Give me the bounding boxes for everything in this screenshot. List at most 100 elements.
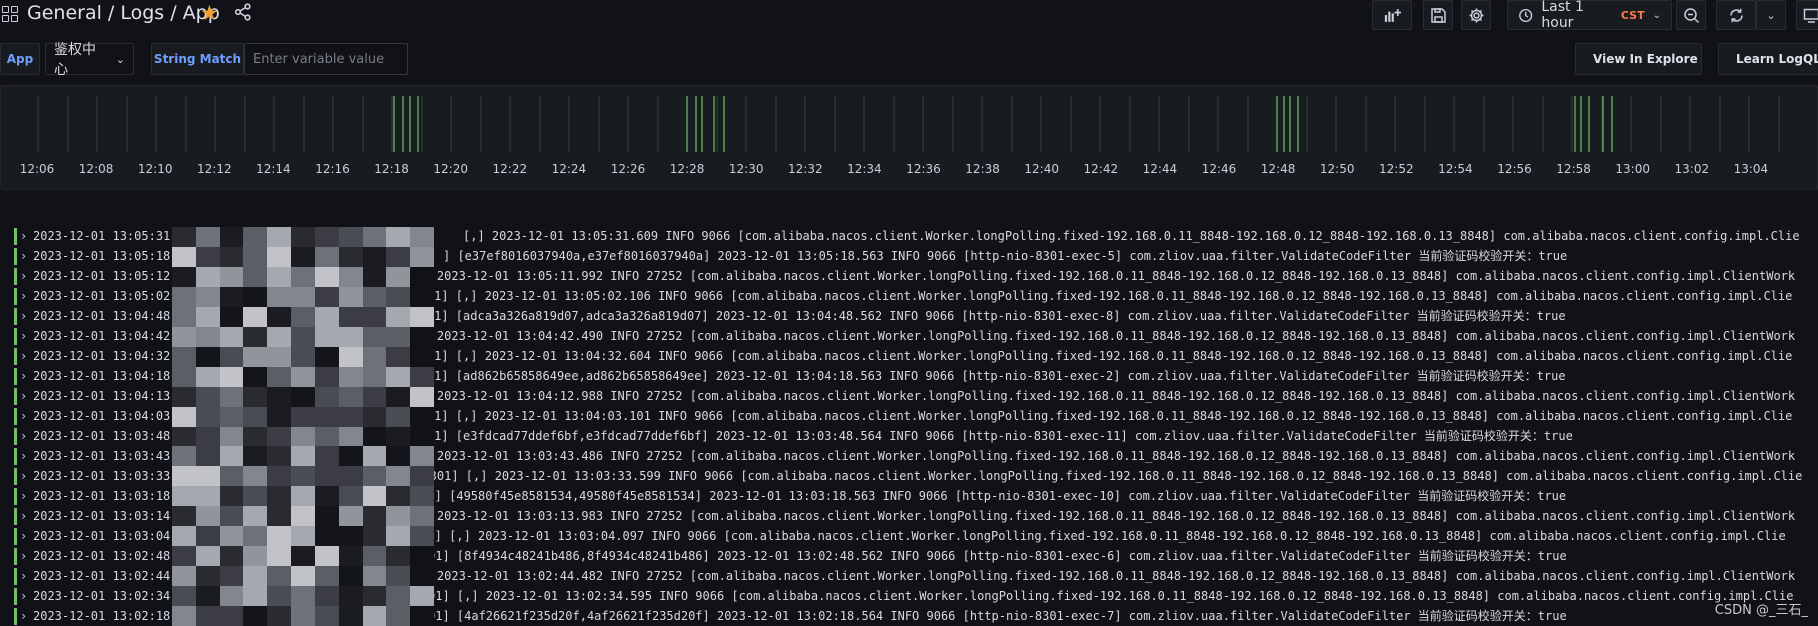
- mosaic-cell: [195, 326, 220, 347]
- time-range-picker[interactable]: Last 1 hour CST ⌄: [1507, 0, 1672, 31]
- log-level-indicator: [14, 368, 17, 385]
- mosaic-cell: [195, 366, 220, 387]
- apps-grid-icon[interactable]: [2, 6, 18, 22]
- mosaic-cell: [410, 346, 434, 367]
- mosaic-cell: [338, 266, 363, 287]
- mosaic-cell: [195, 426, 220, 447]
- mosaic-cell: [291, 466, 315, 487]
- star-icon[interactable]: ★: [200, 1, 219, 25]
- histogram-tick-label: 12:12: [197, 162, 232, 176]
- refresh-interval-dropdown[interactable]: ⌄: [1756, 0, 1786, 30]
- log-level-indicator: [14, 548, 17, 565]
- mosaic-cell: [219, 266, 244, 287]
- mosaic-cell: [267, 506, 292, 527]
- mosaic-cell: [386, 266, 411, 287]
- log-timestamp: 2023-12-01 13:04:13: [33, 389, 171, 403]
- learn-logql-button[interactable]: Learn LogQL: [1718, 43, 1818, 75]
- app-variable-select[interactable]: 鉴权中心 ⌄: [45, 42, 134, 78]
- chevron-right-icon[interactable]: ›: [20, 266, 27, 286]
- log-message: [,] 2023-12-01 13:04:42.490 INFO 27252 […: [408, 329, 1796, 343]
- mosaic-cell: [314, 466, 339, 487]
- log-timestamp: 2023-12-01 13:05:31: [33, 229, 171, 243]
- mosaic-cell: [410, 586, 434, 607]
- chevron-right-icon[interactable]: ›: [20, 606, 27, 626]
- chevron-right-icon[interactable]: ›: [20, 586, 27, 606]
- chevron-right-icon[interactable]: ›: [20, 466, 27, 486]
- chevron-right-icon[interactable]: ›: [20, 366, 27, 386]
- mosaic-cell: [362, 586, 387, 607]
- chevron-down-icon: ⌄: [1766, 8, 1776, 22]
- chevron-right-icon[interactable]: ›: [20, 546, 27, 566]
- log-timestamp: 2023-12-01 13:03:18: [33, 489, 171, 503]
- chevron-right-icon[interactable]: ›: [20, 226, 27, 246]
- zoom-out-button[interactable]: [1676, 0, 1706, 30]
- share-icon[interactable]: [234, 3, 252, 21]
- log-level-indicator: [14, 508, 17, 525]
- mosaic-cell: [314, 346, 339, 367]
- mosaic-cell: [314, 306, 339, 327]
- mosaic-cell: [410, 566, 434, 587]
- mosaic-cell: [410, 306, 434, 327]
- chevron-right-icon[interactable]: ›: [20, 526, 27, 546]
- chevron-right-icon[interactable]: ›: [20, 286, 27, 306]
- chevron-right-icon[interactable]: ›: [20, 426, 27, 446]
- chevron-right-icon[interactable]: ›: [20, 506, 27, 526]
- chevron-right-icon[interactable]: ›: [20, 406, 27, 426]
- chevron-right-icon[interactable]: ›: [20, 346, 27, 366]
- mosaic-cell: [291, 566, 315, 587]
- string-match-label: String Match: [151, 43, 244, 75]
- top-navbar: General / Logs / App ★ Last 1 hour CST ⌄: [0, 0, 1818, 31]
- log-timestamp: 2023-12-01 13:05:02: [33, 289, 171, 303]
- mosaic-cell: [291, 426, 315, 447]
- log-timestamp: 2023-12-01 13:05:18: [33, 249, 171, 263]
- tv-mode-button[interactable]: [1796, 0, 1818, 30]
- mosaic-cell: [386, 426, 411, 447]
- breadcrumb[interactable]: General / Logs / App: [27, 2, 220, 24]
- log-level-indicator: [14, 528, 17, 545]
- chevron-right-icon[interactable]: ›: [20, 306, 27, 326]
- log-timestamp: 2023-12-01 13:02:34: [33, 589, 171, 603]
- chevron-right-icon[interactable]: ›: [20, 446, 27, 466]
- mosaic-cell: [314, 406, 339, 427]
- histogram-tick-label: 12:28: [669, 162, 705, 176]
- log-timestamp: 2023-12-01 13:02:44: [33, 569, 171, 583]
- mosaic-cell: [291, 546, 315, 567]
- mosaic-cell: [172, 227, 196, 247]
- mosaic-cell: [314, 566, 339, 587]
- string-match-input[interactable]: [244, 43, 408, 75]
- save-dashboard-button[interactable]: [1423, 0, 1453, 30]
- mosaic-cell: [195, 386, 220, 407]
- mosaic-cell: [362, 306, 387, 327]
- refresh-button[interactable]: [1716, 0, 1756, 30]
- view-in-explore-button[interactable]: View In Explore: [1575, 43, 1702, 75]
- chevron-right-icon[interactable]: ›: [20, 246, 27, 266]
- chevron-right-icon[interactable]: ›: [20, 326, 27, 346]
- chevron-right-icon[interactable]: ›: [20, 566, 27, 586]
- mosaic-cell: [338, 406, 363, 427]
- mosaic-cell: [172, 506, 196, 527]
- mosaic-cell: [362, 326, 387, 347]
- log-message: ] [e37ef8016037940a,e37ef8016037940a] 20…: [443, 249, 1568, 263]
- mosaic-cell: [243, 286, 268, 307]
- mosaic-cell: [338, 506, 363, 527]
- log-timestamp: 2023-12-01 13:04:18: [33, 369, 171, 383]
- histogram-tick-label: 13:04: [1733, 162, 1769, 176]
- mosaic-cell: [243, 326, 268, 347]
- mosaic-cell: [195, 246, 220, 267]
- mosaic-cell: [219, 526, 244, 547]
- mosaic-cell: [338, 286, 363, 307]
- mosaic-cell: [291, 306, 315, 327]
- settings-button[interactable]: [1461, 0, 1491, 30]
- histogram-tick-label: 12:54: [1438, 162, 1473, 176]
- mosaic-cell: [386, 286, 411, 307]
- chevron-right-icon[interactable]: ›: [20, 486, 27, 506]
- mosaic-cell: [172, 546, 196, 567]
- log-timestamp: 2023-12-01 13:02:18: [33, 609, 171, 623]
- mosaic-cell: [410, 227, 434, 247]
- histogram-tick-label: 12:44: [1142, 162, 1178, 176]
- mosaic-cell: [172, 486, 196, 507]
- chevron-right-icon[interactable]: ›: [20, 386, 27, 406]
- log-timestamp: 2023-12-01 13:03:04: [33, 529, 171, 543]
- add-panel-button[interactable]: [1372, 0, 1412, 30]
- mosaic-cell: [267, 346, 292, 367]
